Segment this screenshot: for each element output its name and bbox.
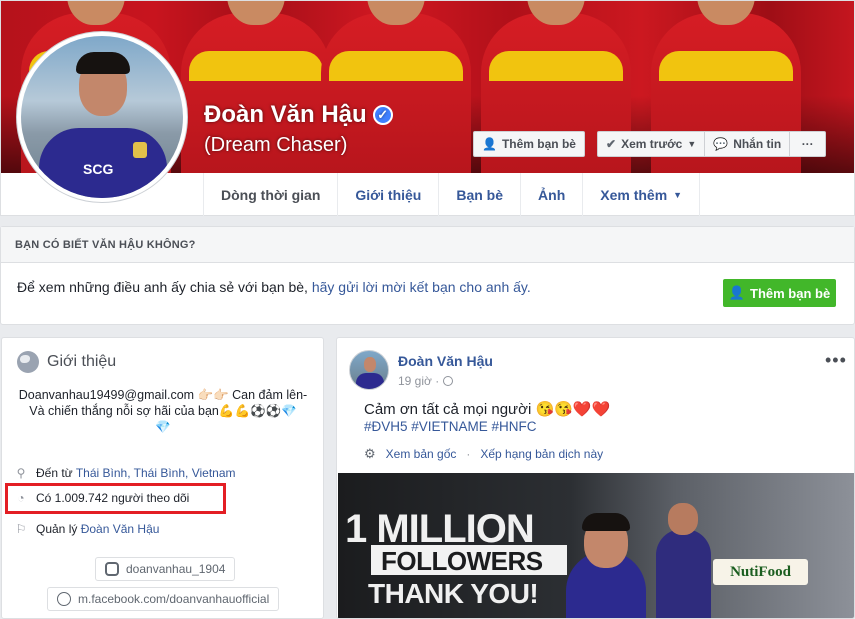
- flag-icon: ⚐: [15, 522, 27, 536]
- instagram-link[interactable]: doanvanhau_1904: [95, 557, 236, 581]
- add-friend-button[interactable]: 👤 Thêm bạn bè: [473, 131, 585, 157]
- followers-highlight-box: [5, 483, 226, 514]
- tab-about[interactable]: Giới thiệu: [337, 173, 438, 216]
- send-request-link[interactable]: hãy gửi lời mời kết bạn cho anh ấy.: [312, 279, 531, 295]
- translation-tools: ⚙ Xem bản gốc · Xếp hạng bản dịch này: [364, 446, 604, 462]
- public-globe-icon: [443, 376, 454, 386]
- profile-avatar[interactable]: SCG: [16, 31, 188, 203]
- friend-suggestion-title: BẠN CÓ BIẾT VĂN HẬU KHÔNG?: [1, 227, 854, 263]
- tab-photos[interactable]: Ảnh: [520, 173, 582, 216]
- rate-translation-link[interactable]: Xếp hạng bản dịch này: [480, 447, 603, 461]
- check-icon: ✔: [606, 137, 617, 151]
- add-friend-icon: 👤: [728, 285, 745, 300]
- post-card: Đoàn Văn Hậu 19 giờ · ••• Cảm ơn tất cả …: [336, 337, 855, 619]
- avatar-logo-text: SCG: [83, 161, 114, 177]
- post-hashtags[interactable]: #ĐVH5 #VIETNAME #HNFC: [364, 419, 537, 434]
- hometown-row: ⚲ Đến từ Thái Bình, Thái Bình, Vietnam: [14, 466, 236, 480]
- profile-tabs: Dòng thời gian Giới thiệu Bạn bè Ảnh Xem…: [203, 173, 701, 216]
- more-dots-icon: ···: [801, 137, 814, 151]
- managed-by-link[interactable]: Đoàn Văn Hậu: [81, 522, 160, 536]
- post-timestamp[interactable]: 19 giờ ·: [398, 374, 454, 388]
- profile-name[interactable]: Đoàn Văn Hậu ✓: [204, 101, 393, 129]
- post-options-button[interactable]: •••: [825, 350, 847, 371]
- add-friend-icon: 👤: [482, 137, 497, 151]
- follow-button[interactable]: ✔ Xem trước ▼: [597, 131, 706, 157]
- globe-icon: [17, 351, 39, 373]
- website-link[interactable]: m.facebook.com/doanvanhauofficial: [47, 587, 280, 611]
- add-friend-green-button[interactable]: 👤 Thêm bạn bè: [723, 279, 836, 307]
- chevron-down-icon: ▼: [673, 189, 683, 200]
- more-options-button[interactable]: ···: [790, 131, 827, 157]
- bio: Doanvanhau19499@gmail.com 👉🏻👉🏻 Can đảm l…: [18, 388, 308, 434]
- tab-timeline[interactable]: Dòng thời gian: [203, 173, 337, 216]
- post-text: Cảm ơn tất cả mọi người 😘😘❤️❤️: [364, 401, 611, 418]
- globe-icon: [57, 592, 71, 606]
- profile-header: SCG Đoàn Văn Hậu ✓ (Dream Chaser) 👤 Thêm…: [0, 0, 855, 216]
- chevron-down-icon: ▼: [687, 139, 697, 149]
- managed-row: ⚐ Quản lý Đoàn Văn Hậu: [15, 522, 160, 536]
- post-author-name[interactable]: Đoàn Văn Hậu: [398, 353, 493, 369]
- instagram-icon: [105, 562, 119, 576]
- see-original-link[interactable]: Xem bản gốc: [386, 447, 457, 461]
- heart-emoji: ❤️❤️: [572, 401, 611, 418]
- image-text-followers: FOLLOWERS: [381, 546, 543, 576]
- hometown-link[interactable]: Thái Bình, Thái Bình, Vietnam: [76, 466, 236, 480]
- message-button[interactable]: 💬 Nhắn tin: [705, 131, 791, 157]
- gear-icon[interactable]: ⚙: [364, 446, 376, 462]
- kiss-emoji: 😘😘: [535, 401, 573, 418]
- friend-suggestion-card: BẠN CÓ BIẾT VĂN HẬU KHÔNG? Để xem những …: [0, 226, 855, 325]
- sponsor-logo: NutiFood: [713, 559, 808, 585]
- messenger-icon: 💬: [713, 137, 729, 151]
- profile-name-text: Đoàn Văn Hậu: [204, 101, 367, 128]
- tab-friends[interactable]: Bạn bè: [438, 173, 520, 216]
- friend-suggestion-text: Để xem những điều anh ấy chia sẻ với bạn…: [17, 279, 531, 295]
- post-image[interactable]: 1 MILLION FOLLOWERS THANK YOU! NutiFood: [338, 473, 854, 618]
- profile-nickname: (Dream Chaser): [204, 134, 348, 156]
- location-pin-icon: ⚲: [16, 466, 26, 480]
- tab-more[interactable]: Xem thêm ▼: [582, 173, 701, 216]
- image-text-thanks: THANK YOU!: [368, 578, 539, 609]
- intro-title: Giới thiệu: [47, 353, 117, 370]
- post-author-avatar[interactable]: [349, 350, 389, 390]
- verified-badge-icon: ✓: [372, 105, 393, 125]
